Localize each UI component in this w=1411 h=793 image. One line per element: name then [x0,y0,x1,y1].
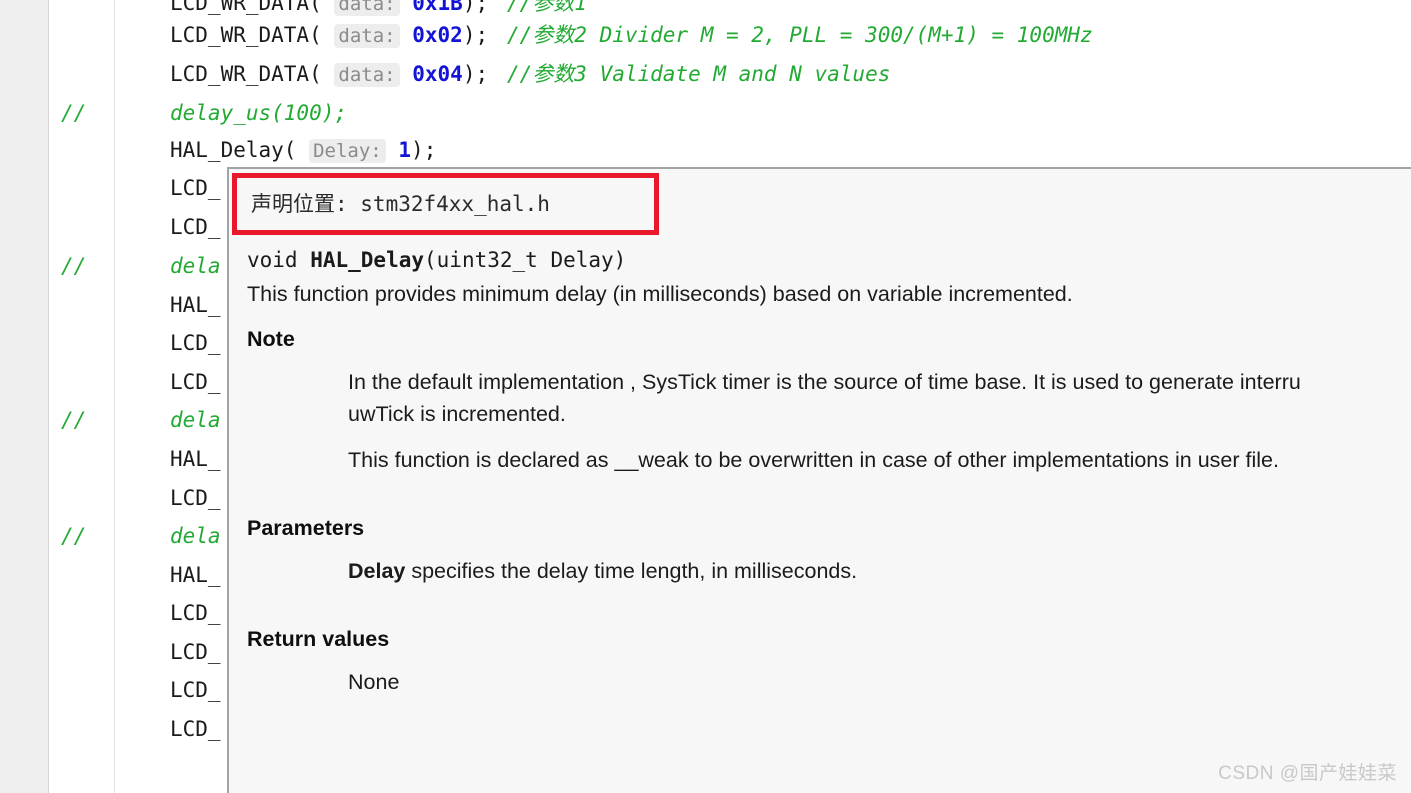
code-punctuation: ); [462,23,489,47]
code-punctuation: ); [462,0,489,15]
numeric-literal: 1 [398,138,412,162]
numeric-literal: 0x04 [412,62,463,86]
code-line[interactable]: HAL_ [115,440,221,479]
code-punctuation: ); [462,62,489,86]
note-paragraph-1-line1: In the default implementation , SysTick … [348,370,1301,394]
parameter-description: specifies the delay time length, in mill… [405,559,858,583]
function-call-name: LCD_WR_DATA( [170,23,322,47]
return-values-section: None [348,666,1411,698]
parameter-entry: Delay specifies the delay time length, i… [348,555,1411,587]
function-call-name: HAL_ [170,293,221,317]
gutter-comment-marker: // [61,408,87,432]
parameter-inlay-hint[interactable]: data: [334,63,400,87]
function-call-name: LCD_WR_DATA( [170,0,322,15]
trailing-comment: //参数3 Validate M and N values [507,62,891,86]
code-line[interactable]: LCD_ [115,710,221,749]
function-call-name: LCD_ [170,370,221,394]
note-section: In the default implementation , SysTick … [348,366,1411,476]
function-call-name: LCD_ [170,176,221,200]
code-line[interactable]: delay_us(100); [115,94,347,133]
documentation-body: void HAL_Delay(uint32_t Delay) This func… [247,245,1411,793]
code-line[interactable]: LCD_ [115,363,221,402]
gutter-comment-marker: // [61,254,87,278]
parameter-inlay-hint[interactable]: data: [334,0,400,16]
parameter-inlay-hint[interactable]: Delay: [309,139,386,163]
commented-out-code: dela [170,524,221,548]
function-call-name: LCD_ [170,717,221,741]
note-heading: Note [247,327,295,351]
parameters-heading: Parameters [247,516,365,540]
signature-parameter-list: (uint32_t Delay) [424,248,627,272]
editor-comment-gutter[interactable]: // // // // [49,0,115,793]
function-call-name: LCD_ [170,331,221,355]
note-paragraph-2: This function is declared as __weak to b… [348,448,1279,472]
function-call-name: HAL_Delay( [170,138,297,162]
numeric-literal: 0x1B [412,0,463,15]
parameter-inlay-hint[interactable]: data: [334,24,400,48]
declaration-location-text: 声明位置: stm32f4xx_hal.h [251,192,550,216]
numeric-literal: 0x02 [412,23,463,47]
signature-return-type: void [247,248,311,272]
commented-out-code: dela [170,254,221,278]
function-call-name: LCD_ [170,678,221,702]
code-line[interactable]: HAL_Delay( Delay: 1); [115,131,436,170]
code-line[interactable]: LCD_ [115,633,221,672]
code-line[interactable]: dela [115,401,221,440]
commented-out-code: dela [170,408,221,432]
code-line[interactable]: LCD_ [115,479,221,518]
return-values-heading: Return values [247,627,390,651]
editor-marker-gutter[interactable] [0,0,49,793]
code-punctuation: ); [411,138,437,162]
trailing-comment: //参数2 Divider M = 2, PLL = 300/(M+1) = 1… [507,23,1093,47]
function-call-name: HAL_ [170,447,221,471]
function-call-name: HAL_ [170,563,221,587]
section-spacer-2 [247,587,1411,609]
function-summary: This function provides minimum delay (in… [247,282,1073,306]
declaration-location-highlight: 声明位置: stm32f4xx_hal.h [232,173,659,235]
code-line[interactable]: HAL_ [115,286,221,325]
return-value: None [348,670,400,694]
function-call-name: LCD_WR_DATA( [170,62,322,86]
gutter-comment-marker: // [61,524,87,548]
note-paragraph-1-line2: uwTick is incremented. [348,402,566,426]
parameter-name: Delay [348,559,406,583]
note-paragraph-1: In the default implementation , SysTick … [348,366,1411,430]
gutter-comment-marker: // [61,101,87,125]
code-line[interactable]: LCD_ [115,594,221,633]
function-call-name: LCD_ [170,640,221,664]
signature-function-name: HAL_Delay [310,248,425,272]
code-line[interactable]: dela [115,247,221,286]
code-line[interactable]: LCD_ [115,169,221,208]
function-call-name: LCD_ [170,486,221,510]
code-line[interactable]: LCD_ [115,208,221,247]
code-line[interactable]: HAL_ [115,556,221,595]
csdn-watermark: CSDN @国产娃娃菜 [1218,763,1397,784]
code-line[interactable]: LCD_WR_DATA( data: 0x04); //参数3 Validate … [115,55,890,94]
commented-out-code: delay_us(100); [170,101,348,125]
parameters-section: Delay specifies the delay time length, i… [348,555,1411,587]
function-call-name: LCD_ [170,215,221,239]
function-call-name: LCD_ [170,601,221,625]
code-line[interactable]: LCD_WR_DATA( data: 0x02); //参数2 Divider M… [115,16,1093,55]
function-signature: void HAL_Delay(uint32_t Delay) [247,245,1411,275]
code-line[interactable]: LCD_ [115,324,221,363]
code-line[interactable]: dela [115,517,221,556]
quick-documentation-popup[interactable]: 声明位置: stm32f4xx_hal.h void HAL_Delay(uin… [227,167,1411,793]
code-line[interactable]: LCD_ [115,671,221,710]
